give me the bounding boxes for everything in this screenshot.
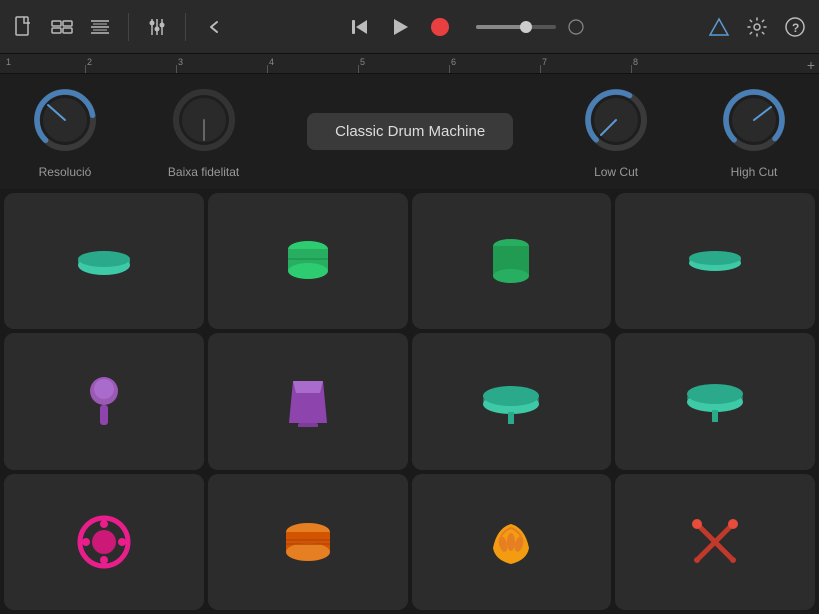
pad-cymbal-2[interactable] [615, 333, 815, 469]
pad-kick[interactable] [4, 193, 204, 329]
ruler-inner: 2 3 4 5 6 7 8 [0, 54, 722, 73]
low-cut-label: Low Cut [594, 165, 638, 179]
ruler: 1 2 3 4 5 6 7 8 + [0, 54, 819, 74]
ruler-mark-3: 3 [176, 54, 267, 73]
toolbar: ? [0, 0, 819, 54]
pad-sticks[interactable] [615, 474, 815, 610]
high-cut-group: High Cut [719, 85, 789, 179]
mixer-icon[interactable] [143, 13, 171, 41]
low-cut-knob[interactable] [581, 85, 651, 155]
help-icon[interactable]: ? [781, 13, 809, 41]
resolucio-label: Resolució [39, 165, 92, 179]
pad-snare-2[interactable] [208, 474, 408, 610]
pad-cymbal-1[interactable] [615, 193, 815, 329]
ruler-mark-4: 4 [267, 54, 358, 73]
svg-text:?: ? [792, 21, 799, 35]
pad-hihat-closed[interactable] [412, 193, 612, 329]
toolbar-separator-1 [128, 13, 129, 41]
transport-controls [344, 11, 456, 43]
ruler-mark-8: 8 [631, 54, 722, 73]
play-button[interactable] [384, 11, 416, 43]
triangle-icon[interactable] [705, 13, 733, 41]
low-cut-group: Low Cut [581, 85, 651, 179]
controls-row: Resolució Baixa fidelitat Classic Drum M… [0, 74, 819, 189]
new-file-icon[interactable] [10, 13, 38, 41]
pad-shaker[interactable] [4, 333, 204, 469]
ruler-mark-2: 2 [85, 54, 176, 73]
ruler-mark-6: 6 [449, 54, 540, 73]
list-icon[interactable] [86, 13, 114, 41]
pad-snare-1[interactable] [208, 193, 408, 329]
pad-hihat-open[interactable] [412, 333, 612, 469]
pad-clap[interactable] [412, 474, 612, 610]
high-cut-label: High Cut [731, 165, 778, 179]
volume-knob [520, 21, 532, 33]
back-icon[interactable] [200, 13, 228, 41]
ruler-add-button[interactable]: + [807, 57, 815, 73]
instrument-name: Classic Drum Machine [307, 113, 513, 150]
volume-fill [476, 25, 524, 29]
ruler-start: 1 [6, 57, 11, 67]
skip-back-button[interactable] [344, 11, 376, 43]
volume-icon [562, 13, 590, 41]
resolucio-knob[interactable] [30, 85, 100, 155]
baixa-fidelitat-group: Baixa fidelitat [168, 85, 239, 179]
volume-control[interactable] [476, 13, 590, 41]
ruler-mark-7: 7 [540, 54, 631, 73]
toolbar-separator-2 [185, 13, 186, 41]
pad-cowbell[interactable] [208, 333, 408, 469]
baixa-fidelitat-knob[interactable] [169, 85, 239, 155]
record-button[interactable] [424, 11, 456, 43]
high-cut-knob[interactable] [719, 85, 789, 155]
ruler-mark-5: 5 [358, 54, 449, 73]
record-dot [431, 18, 449, 36]
volume-bar[interactable] [476, 25, 556, 29]
pad-grid [0, 189, 819, 614]
settings-icon[interactable] [743, 13, 771, 41]
baixa-fidelitat-label: Baixa fidelitat [168, 165, 239, 179]
pad-tambourine[interactable] [4, 474, 204, 610]
resolucio-group: Resolució [30, 85, 100, 179]
layout-icon[interactable] [48, 13, 76, 41]
